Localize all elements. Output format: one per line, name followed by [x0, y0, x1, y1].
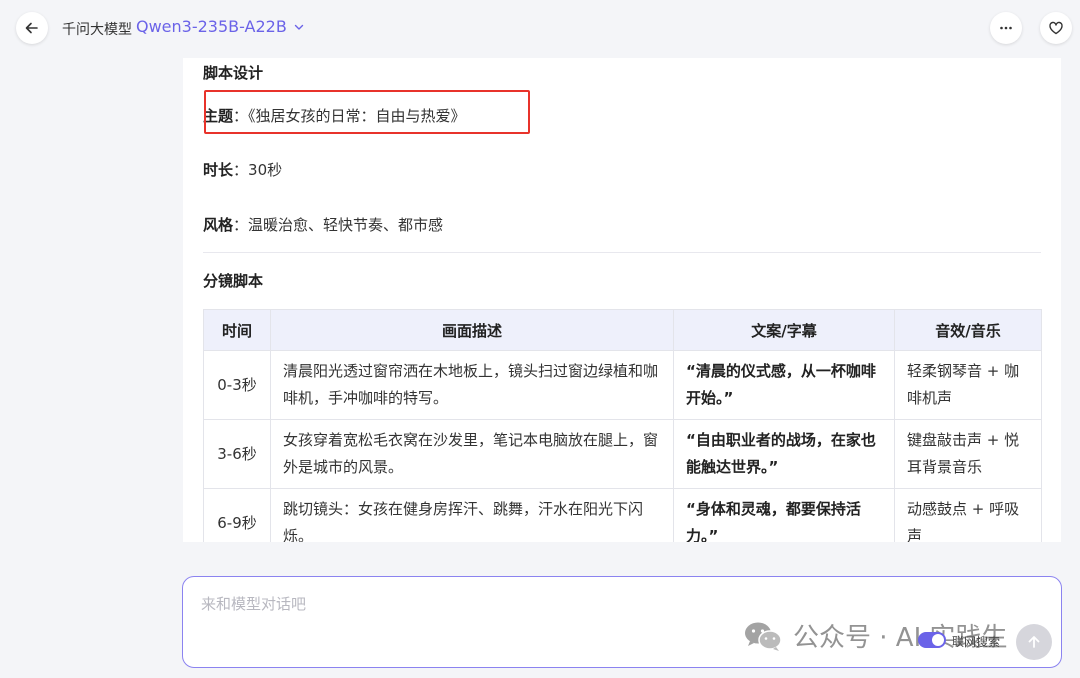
message-card: 脚本设计 主题：《独居女孩的日常：自由与热爱》 时长：30秒 风格：温暖治愈、轻…: [183, 58, 1061, 542]
chevron-down-icon: [293, 21, 305, 33]
web-search-toggle[interactable]: [918, 632, 946, 648]
cell-sound: 动感鼓点 + 呼吸声: [894, 488, 1042, 542]
field-separator: ：: [233, 161, 249, 179]
cell-scene: 女孩穿着宽松毛衣窝在沙发里，笔记本电脑放在腿上，窗外是城市的风景。: [270, 419, 674, 489]
web-search-label: 联网搜索: [952, 635, 1001, 649]
storyboard-title: 分镜脚本: [203, 272, 264, 290]
chat-input[interactable]: 来和模型对话吧 公众号 · AI 实践生 联网搜索: [182, 576, 1062, 668]
field-label: 时长: [203, 161, 234, 179]
send-button[interactable]: [1016, 624, 1052, 660]
toggle-knob: [932, 634, 944, 646]
field-separator: ：: [233, 216, 249, 234]
cell-scene: 清晨阳光透过窗帘洒在木地板上，镜头扫过窗边绿植和咖啡机，手冲咖啡的特写。: [270, 350, 674, 420]
cell-copy: “身体和灵魂，都要保持活力。”: [673, 488, 895, 542]
back-button[interactable]: [16, 12, 48, 44]
more-horizontal-icon: [998, 20, 1014, 36]
field-label: 风格: [203, 216, 234, 234]
more-button[interactable]: [990, 12, 1022, 44]
field-style: 风格：温暖治愈、轻快节奏、都市感: [203, 214, 443, 235]
cell-copy: “清晨的仪式感，从一杯咖啡开始。”: [673, 350, 895, 420]
column-header-scene: 画面描述: [270, 309, 674, 351]
table-row: 0-3秒 清晨阳光透过窗帘洒在木地板上，镜头扫过窗边绿植和咖啡机，手冲咖啡的特写…: [203, 350, 1042, 420]
heart-icon: [1048, 20, 1064, 36]
field-value: 30秒: [248, 161, 283, 179]
cell-time: 6-9秒: [203, 488, 271, 542]
cell-sound: 键盘敲击声 + 悦耳背景音乐: [894, 419, 1042, 489]
arrow-up-icon: [1026, 634, 1042, 650]
model-selector[interactable]: Qwen3-235B-A22B: [136, 17, 305, 36]
divider: [203, 252, 1041, 253]
wechat-icon: [743, 620, 783, 652]
column-header-copy: 文案/字幕: [673, 309, 895, 351]
highlight-box: [204, 90, 530, 134]
section-title: 脚本设计: [203, 64, 264, 82]
cell-time: 0-3秒: [203, 350, 271, 420]
cell-copy: “自由职业者的战场，在家也能触达世界。”: [673, 419, 895, 489]
cell-time: 3-6秒: [203, 419, 271, 489]
column-header-sound: 音效/音乐: [894, 309, 1042, 351]
app-title: 千问大模型: [62, 22, 132, 38]
field-duration: 时长：30秒: [203, 159, 282, 180]
storyboard-table: 时间 画面描述 文案/字幕 音效/音乐 0-3秒 清晨阳光透过窗帘洒在木地板上，…: [203, 309, 1042, 542]
cell-scene: 跳切镜头：女孩在健身房挥汗、跳舞，汗水在阳光下闪烁。: [270, 488, 674, 542]
field-value: 温暖治愈、轻快节奏、都市感: [248, 216, 444, 234]
table-row: 3-6秒 女孩穿着宽松毛衣窝在沙发里，笔记本电脑放在腿上，窗外是城市的风景。 “…: [203, 419, 1042, 489]
table-header-row: 时间 画面描述 文案/字幕 音效/音乐: [203, 309, 1042, 351]
input-placeholder: 来和模型对话吧: [201, 595, 307, 613]
top-bar: 千问大模型 Qwen3-235B-A22B: [0, 0, 1080, 58]
arrow-left-icon: [24, 20, 40, 36]
favorite-button[interactable]: [1040, 12, 1072, 44]
table-row: 6-9秒 跳切镜头：女孩在健身房挥汗、跳舞，汗水在阳光下闪烁。 “身体和灵魂，都…: [203, 488, 1042, 542]
model-name: Qwen3-235B-A22B: [136, 17, 287, 36]
cell-sound: 轻柔钢琴音 + 咖啡机声: [894, 350, 1042, 420]
column-header-time: 时间: [203, 309, 271, 351]
